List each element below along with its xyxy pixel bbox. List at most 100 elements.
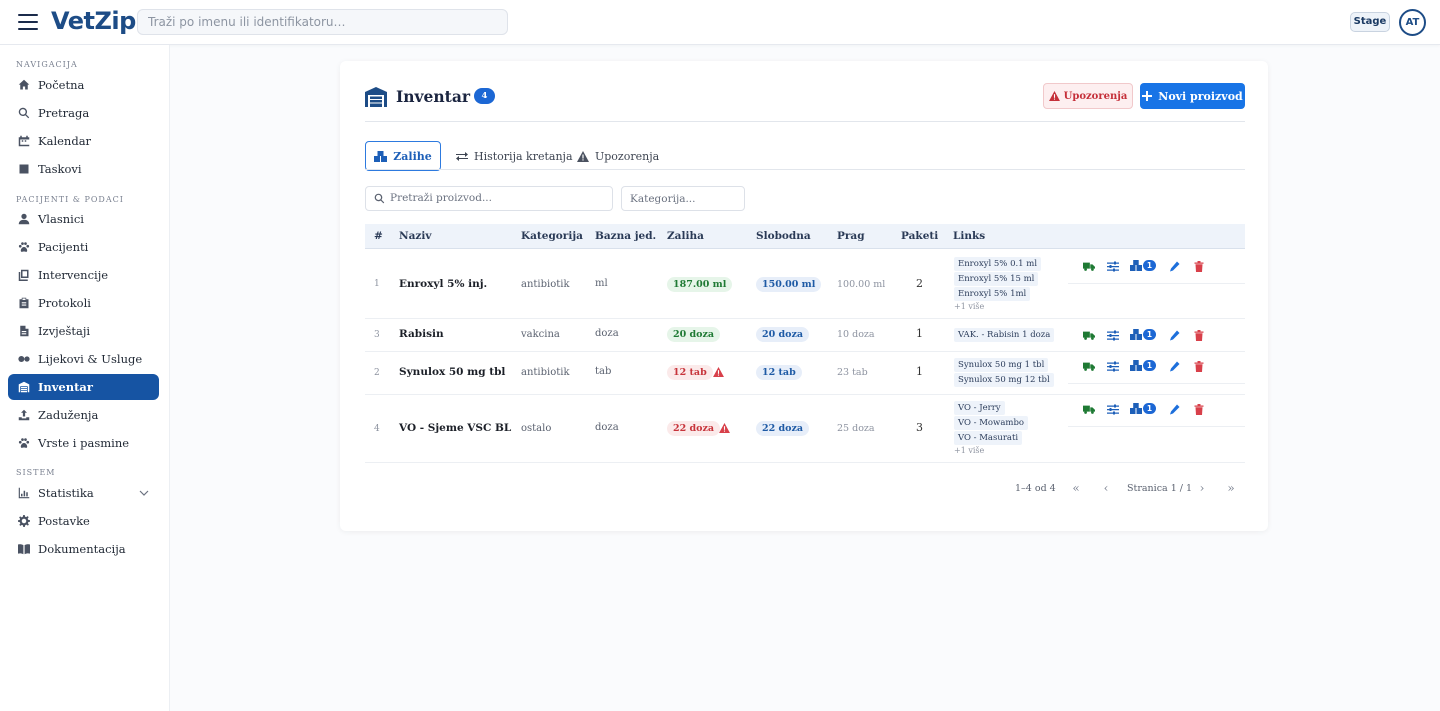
plus-icon	[1142, 91, 1153, 101]
global-search-input[interactable]	[137, 9, 508, 35]
sidebar-item-vlasnici[interactable]: Vlasnici	[8, 206, 159, 232]
user-avatar[interactable]: AT	[1399, 9, 1426, 36]
product-link[interactable]: Enroxyl 5% 15 ml	[954, 272, 1039, 286]
packages-count: 1	[916, 327, 923, 340]
column-header[interactable]: Bazna jed.	[595, 230, 656, 242]
sidebar-item-pocetna[interactable]: Početna	[8, 72, 159, 98]
threshold-value: 100.00 ml	[837, 279, 886, 290]
sidebar-item-intervencije[interactable]: Intervencije	[8, 262, 159, 288]
row-number: 4	[374, 424, 380, 434]
trash-icon[interactable]	[1192, 329, 1206, 341]
edit-icon[interactable]	[1168, 260, 1182, 272]
product-link[interactable]: Synulox 50 mg 12 tbl	[954, 373, 1054, 387]
packages-action[interactable]: 1	[1130, 360, 1158, 372]
more-links[interactable]: +1 više	[954, 302, 984, 311]
tab-historija-kretanja[interactable]: Historija kretanja	[456, 141, 573, 171]
sidebar-item-zaduzenja[interactable]: Zaduženja	[8, 402, 159, 428]
row-divider	[365, 394, 1245, 395]
trash-icon[interactable]	[1192, 360, 1206, 372]
chevron-down-icon[interactable]	[139, 488, 149, 498]
row-actions: 1	[1082, 359, 1216, 373]
truck-icon[interactable]	[1082, 260, 1096, 272]
sliders-icon[interactable]	[1106, 260, 1120, 272]
truck-icon[interactable]	[1082, 403, 1096, 415]
warnings-button[interactable]: Upozorenja	[1043, 83, 1133, 109]
packages-action[interactable]: 1	[1130, 403, 1158, 415]
sidebar-item-taskovi[interactable]: Taskovi	[8, 156, 159, 182]
sliders-icon[interactable]	[1106, 329, 1120, 341]
free-stock-badge: 12 tab	[756, 365, 802, 380]
boxes-icon	[1130, 360, 1142, 371]
sidebar-item-postavke[interactable]: Postavke	[8, 508, 159, 534]
sidebar: NAVIGACIJA Početna Pretraga Kalendar Tas…	[0, 45, 170, 711]
truck-icon[interactable]	[1082, 329, 1096, 341]
column-header[interactable]: Prag	[837, 230, 865, 242]
package-count-badge: 1	[1143, 403, 1156, 414]
product-name[interactable]: VO - Sjeme VSC BL	[399, 422, 511, 434]
column-header[interactable]: Zaliha	[667, 230, 704, 242]
user-icon	[18, 213, 30, 225]
trash-icon[interactable]	[1192, 403, 1206, 415]
packages-action[interactable]: 1	[1130, 260, 1158, 272]
tab-upozorenja[interactable]: Upozorenja	[577, 141, 659, 171]
product-link[interactable]: VO - Masurati	[954, 431, 1023, 445]
inventory-card: Inventar 4 Upozorenja Novi proizvod Zali…	[340, 61, 1268, 531]
menu-icon[interactable]	[18, 14, 38, 30]
product-name[interactable]: Enroxyl 5% inj.	[399, 278, 487, 290]
new-product-button[interactable]: Novi proizvod	[1140, 83, 1245, 109]
app-logo[interactable]: VetZip	[51, 7, 136, 35]
product-link[interactable]: VO - Jerry	[954, 401, 1005, 415]
free-stock-badge: 22 doza	[756, 421, 810, 436]
sidebar-item-protokoli[interactable]: Protokoli	[8, 290, 159, 316]
sidebar-item-pretraga[interactable]: Pretraga	[8, 100, 159, 126]
row-number: 2	[374, 368, 380, 378]
column-header[interactable]: #	[374, 230, 383, 242]
product-link[interactable]: VO - Mowambo	[954, 416, 1029, 430]
sidebar-item-izvjestaji[interactable]: Izvještaji	[8, 318, 159, 344]
product-link[interactable]: Synulox 50 mg 1 tbl	[954, 358, 1049, 372]
column-header[interactable]: Slobodna	[756, 230, 811, 242]
row-number: 3	[374, 330, 380, 340]
product-search-input[interactable]	[390, 192, 600, 204]
next-page-icon[interactable]: ›	[1193, 479, 1211, 497]
more-links[interactable]: +1 više	[954, 446, 984, 455]
sidebar-item-lijekovi-usluge[interactable]: Lijekovi & Usluge	[8, 346, 159, 372]
sidebar-item-dokumentacija[interactable]: Dokumentacija	[8, 536, 159, 562]
column-header[interactable]: Kategorija	[521, 230, 583, 242]
prev-page-icon[interactable]: ‹	[1097, 479, 1115, 497]
product-name[interactable]: Rabisin	[399, 328, 444, 340]
product-link[interactable]: Enroxyl 5% 0.1 ml	[954, 257, 1042, 271]
edit-icon[interactable]	[1168, 360, 1182, 372]
sidebar-item-pacijenti[interactable]: Pacijenti	[8, 234, 159, 260]
free-stock-badge: 20 doza	[756, 327, 810, 342]
product-filter	[365, 186, 613, 211]
truck-icon[interactable]	[1082, 360, 1096, 372]
chart-icon	[18, 487, 30, 499]
threshold-value: 23 tab	[837, 367, 868, 378]
product-link[interactable]: VAK. - Rabisin 1 doza	[954, 328, 1055, 342]
sidebar-item-inventar[interactable]: Inventar	[8, 374, 159, 400]
sidebar-item-statistika[interactable]: Statistika	[8, 480, 159, 506]
edit-icon[interactable]	[1168, 329, 1182, 341]
last-page-icon[interactable]: »	[1222, 479, 1240, 497]
upload-icon	[18, 409, 30, 421]
product-name[interactable]: Synulox 50 mg tbl	[399, 366, 505, 378]
edit-icon[interactable]	[1168, 403, 1182, 415]
sliders-icon[interactable]	[1106, 360, 1120, 372]
sidebar-item-kalendar[interactable]: Kalendar	[8, 128, 159, 154]
column-header[interactable]: Paketi	[901, 230, 938, 242]
sidebar-item-vrste-pasmine[interactable]: Vrste i pasmine	[8, 430, 159, 456]
sidebar-section-title: PACIJENTI & PODACI	[16, 195, 124, 204]
sliders-icon[interactable]	[1106, 403, 1120, 415]
product-link[interactable]: Enroxyl 5% 1ml	[954, 287, 1031, 301]
tab-zalihe[interactable]: Zalihe	[365, 141, 441, 171]
row-divider	[365, 351, 1245, 352]
category-filter-input[interactable]	[621, 186, 745, 211]
first-page-icon[interactable]: «	[1067, 479, 1085, 497]
sidebar-item-label: Dokumentacija	[38, 542, 126, 556]
column-header[interactable]: Links	[953, 230, 985, 242]
trash-icon[interactable]	[1192, 260, 1206, 272]
packages-action[interactable]: 1	[1130, 329, 1158, 341]
column-header[interactable]: Naziv	[399, 230, 431, 242]
row-actions: 1	[1082, 259, 1216, 273]
